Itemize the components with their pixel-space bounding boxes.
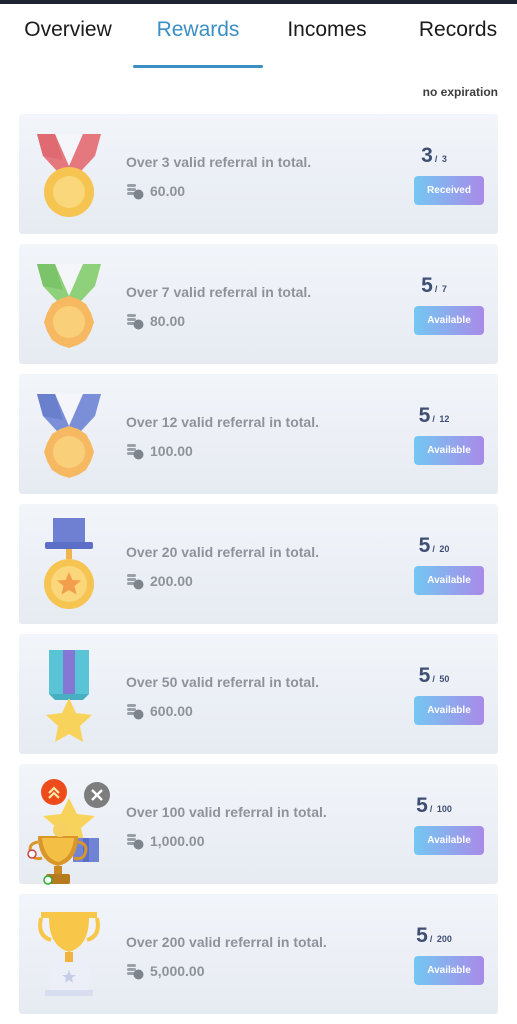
reward-title: Over 3 valid referral in total. <box>126 154 312 170</box>
reward-title: Over 100 valid referral in total. <box>126 804 327 820</box>
floating-promo-widget[interactable] <box>24 778 116 890</box>
reward-card: Over 200 valid referral in total. 5,000.… <box>19 894 498 1014</box>
tab-rewards[interactable]: Rewards <box>148 18 248 48</box>
reward-amount: 1,000.00 <box>150 833 205 849</box>
blue-ribbon-medal-icon <box>37 394 101 478</box>
tab-overview[interactable]: Overview <box>20 18 116 48</box>
reward-title: Over 20 valid referral in total. <box>126 544 319 560</box>
progress-separator: / <box>434 154 438 164</box>
progress-current: 3 <box>421 144 433 167</box>
tab-bar: Overview Rewards Incomes Records <box>0 4 517 68</box>
reward-card: Over 7 valid referral in total. 80.00 5/… <box>19 244 498 364</box>
progress-current: 5 <box>416 794 428 817</box>
green-ribbon-medal-icon <box>37 264 101 348</box>
double-chevron-up-icon[interactable] <box>40 778 68 806</box>
reward-amount: 60.00 <box>150 183 186 199</box>
progress-total: 200 <box>436 934 452 944</box>
progress-current: 5 <box>421 274 433 297</box>
progress-current: 5 <box>418 664 431 687</box>
coins-icon <box>127 834 144 850</box>
progress-separator: / <box>432 414 435 424</box>
reward-title: Over 200 valid referral in total. <box>126 934 327 950</box>
star-ribbon-icon <box>46 650 92 742</box>
coins-icon <box>127 444 144 460</box>
referral-progress: 5/ 50 <box>404 664 464 688</box>
reward-amount: 80.00 <box>150 313 186 329</box>
available-button[interactable]: Available <box>414 956 484 985</box>
active-tab-indicator <box>133 65 263 68</box>
red-ribbon-medal-icon <box>37 134 101 217</box>
received-button[interactable]: Received <box>414 176 484 205</box>
progress-separator: / <box>429 804 433 814</box>
progress-separator: / <box>429 934 433 944</box>
available-button[interactable]: Available <box>414 436 484 465</box>
available-button[interactable]: Available <box>414 306 484 335</box>
progress-current: 5 <box>416 924 428 947</box>
coins-icon <box>127 574 144 590</box>
coins-icon <box>127 964 144 980</box>
referral-progress: 5/ 200 <box>404 924 464 948</box>
progress-separator: / <box>434 284 438 294</box>
referral-progress: 5/ 12 <box>404 404 464 428</box>
available-button[interactable]: Available <box>414 696 484 725</box>
progress-separator: / <box>432 674 435 684</box>
referral-progress: 5/ 20 <box>404 534 464 558</box>
reward-title: Over 7 valid referral in total. <box>126 284 312 300</box>
reward-card: Over 12 valid referral in total. 100.00 … <box>19 374 498 494</box>
available-button[interactable]: Available <box>414 826 484 855</box>
progress-separator: / <box>432 544 435 554</box>
reward-amount: 100.00 <box>150 443 193 459</box>
coins-icon <box>127 314 144 330</box>
reward-amount: 5,000.00 <box>150 963 205 979</box>
reward-amount: 200.00 <box>150 573 193 589</box>
tab-records[interactable]: Records <box>412 18 504 48</box>
reward-title: Over 12 valid referral in total. <box>126 414 319 430</box>
reward-card: Over 50 valid referral in total. 600.00 … <box>19 634 498 754</box>
reward-title: Over 50 valid referral in total. <box>126 674 319 690</box>
progress-current: 5 <box>418 534 431 557</box>
progress-total: 100 <box>436 804 452 814</box>
progress-current: 5 <box>418 404 431 427</box>
reward-card: Over 3 valid referral in total. 60.00 3/… <box>19 114 498 234</box>
referral-progress: 5/ 7 <box>404 274 464 298</box>
progress-total: 3 <box>441 154 447 164</box>
trophy-icon <box>38 912 100 996</box>
tab-incomes[interactable]: Incomes <box>282 18 372 48</box>
star-medal-icon <box>44 518 94 609</box>
progress-total: 12 <box>439 414 450 424</box>
reward-amount: 600.00 <box>150 703 193 719</box>
progress-total: 50 <box>439 674 450 684</box>
progress-total: 7 <box>441 284 447 294</box>
available-button[interactable]: Available <box>414 566 484 595</box>
expiration-note: no expiration <box>422 85 498 99</box>
close-icon[interactable] <box>83 781 111 809</box>
referral-progress: 5/ 100 <box>404 794 464 818</box>
referral-progress: 3/ 3 <box>404 144 464 168</box>
progress-total: 20 <box>439 544 450 554</box>
reward-card: Over 20 valid referral in total. 200.00 … <box>19 504 498 624</box>
coins-icon <box>127 704 144 720</box>
coins-icon <box>127 184 144 200</box>
